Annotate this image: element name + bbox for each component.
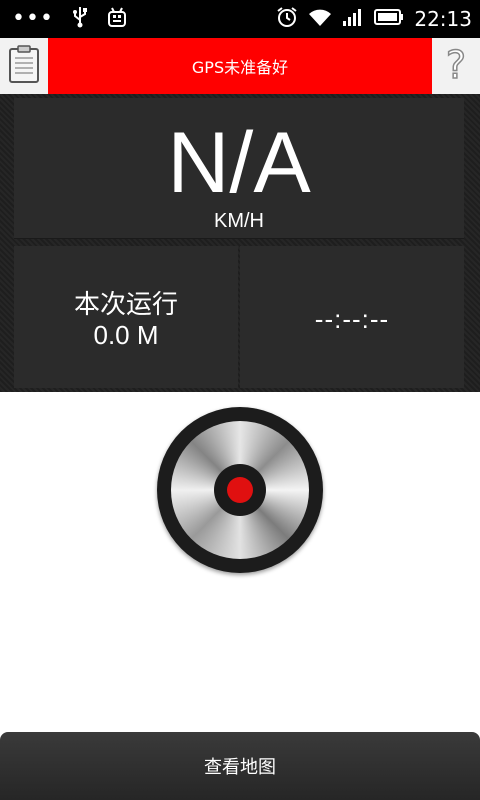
run-distance: 0.0 M [93, 320, 159, 350]
speed-panel: N/A KM/H [14, 98, 464, 239]
top-bar: GPS未准备好 ? [0, 38, 480, 94]
usb-icon [72, 6, 88, 32]
signal-icon [342, 7, 364, 31]
help-button[interactable]: ? [432, 38, 480, 94]
status-left: ••• [12, 0, 128, 38]
view-map-button[interactable]: 查看地图 [0, 732, 480, 800]
status-clock: 22:13 [414, 7, 472, 31]
dashboard: N/A KM/H 本次运行 0.0 M --:--:-- [0, 94, 480, 392]
wifi-icon [308, 7, 332, 31]
record-ring [214, 464, 266, 516]
svg-text:?: ? [446, 44, 466, 84]
run-distance-panel: 本次运行 0.0 M [14, 246, 238, 388]
question-mark-icon: ? [442, 42, 470, 88]
android-debug-icon [106, 6, 128, 32]
history-button[interactable] [0, 38, 48, 94]
gps-status-banner: GPS未准备好 [48, 38, 432, 94]
run-time-panel: --:--:-- [240, 246, 464, 388]
more-dots-icon: ••• [12, 6, 54, 31]
status-bar: ••• 22:13 [0, 0, 480, 38]
record-button[interactable] [157, 407, 323, 573]
clipboard-icon [8, 44, 40, 88]
speed-value: N/A [167, 115, 311, 211]
view-map-label: 查看地图 [204, 757, 276, 778]
run-time: --:--:-- [314, 304, 390, 334]
battery-icon [374, 8, 404, 30]
alarm-icon [276, 6, 298, 32]
speed-unit: KM/H [214, 210, 264, 232]
record-dot-icon [227, 477, 253, 503]
status-right: 22:13 [276, 0, 472, 38]
run-label: 本次运行 [73, 290, 178, 320]
